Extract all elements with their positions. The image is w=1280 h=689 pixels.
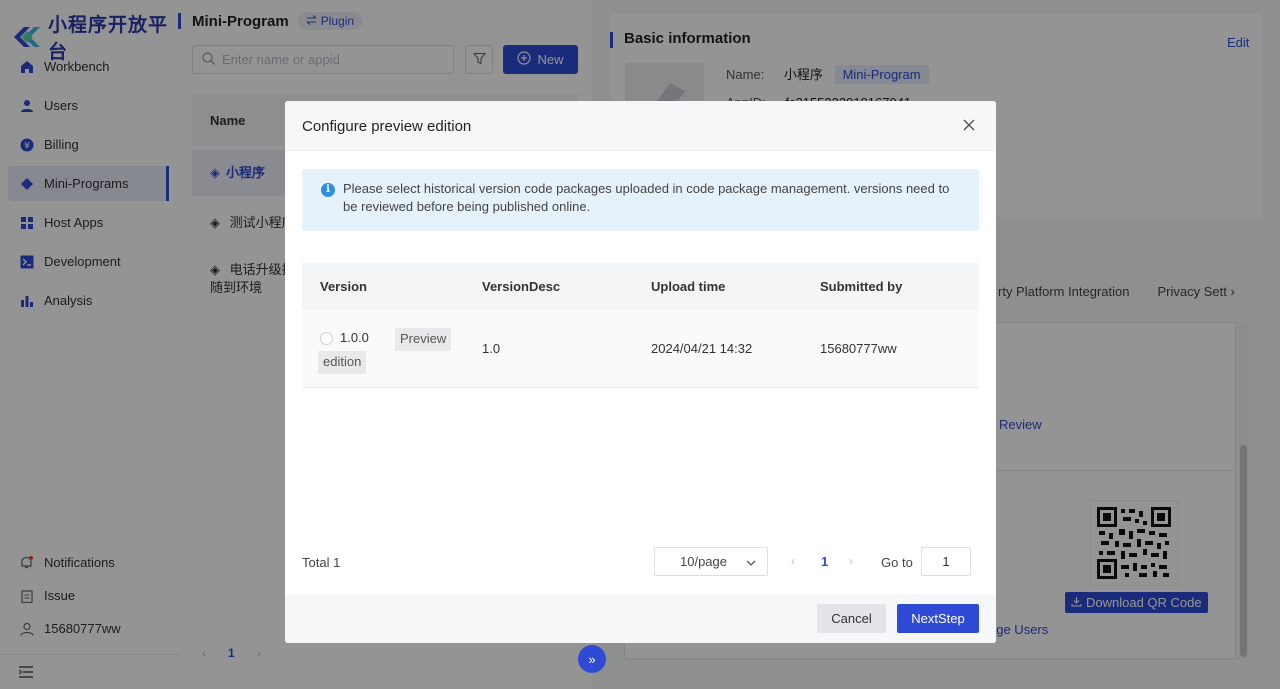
column-header-versiondesc: VersionDesc xyxy=(482,279,561,294)
double-chevron-right-icon: » xyxy=(588,651,596,667)
next-page-icon[interactable]: › xyxy=(849,554,853,568)
version-radio[interactable] xyxy=(320,332,333,345)
info-icon: i xyxy=(321,183,335,197)
chevron-down-icon xyxy=(746,556,756,571)
column-header-submitted-by: Submitted by xyxy=(820,279,903,294)
prev-page-icon[interactable]: ‹ xyxy=(791,554,795,568)
dialog-title: Configure preview edition xyxy=(302,118,472,135)
column-header-upload-time: Upload time xyxy=(651,279,726,294)
version-value: 1.0.0 xyxy=(340,330,369,345)
cancel-button[interactable]: Cancel xyxy=(817,604,886,633)
preview-tag: Preview xyxy=(395,328,452,351)
table-row[interactable]: 1.0.0 Preview edition 1.0 2024/04/21 14:… xyxy=(302,310,979,388)
column-header-version: Version xyxy=(320,279,367,294)
edition-tag: edition xyxy=(318,351,367,374)
submitted-by-value: 15680777ww xyxy=(820,341,897,356)
close-icon[interactable] xyxy=(962,118,976,132)
upload-time-value: 2024/04/21 14:32 xyxy=(651,341,753,356)
page-size-value: 10/page xyxy=(680,554,727,569)
page-size-select[interactable]: 10/page xyxy=(654,547,768,576)
goto-label: Go to xyxy=(881,555,913,570)
current-page[interactable]: 1 xyxy=(821,554,828,569)
goto-page-input[interactable] xyxy=(921,547,971,576)
configure-preview-dialog: Configure preview edition i Please selec… xyxy=(285,101,996,643)
info-notice: i Please select historical version code … xyxy=(302,169,979,231)
dialog-footer xyxy=(285,594,996,643)
total-count: Total 1 xyxy=(302,555,341,570)
version-desc-value: 1.0 xyxy=(482,341,501,356)
next-step-button[interactable]: NextStep xyxy=(897,604,979,633)
version-table-header: Version VersionDesc Upload time Submitte… xyxy=(302,263,979,310)
notice-text: Please select historical version code pa… xyxy=(343,181,950,214)
expand-panel-button[interactable]: » xyxy=(578,645,606,673)
